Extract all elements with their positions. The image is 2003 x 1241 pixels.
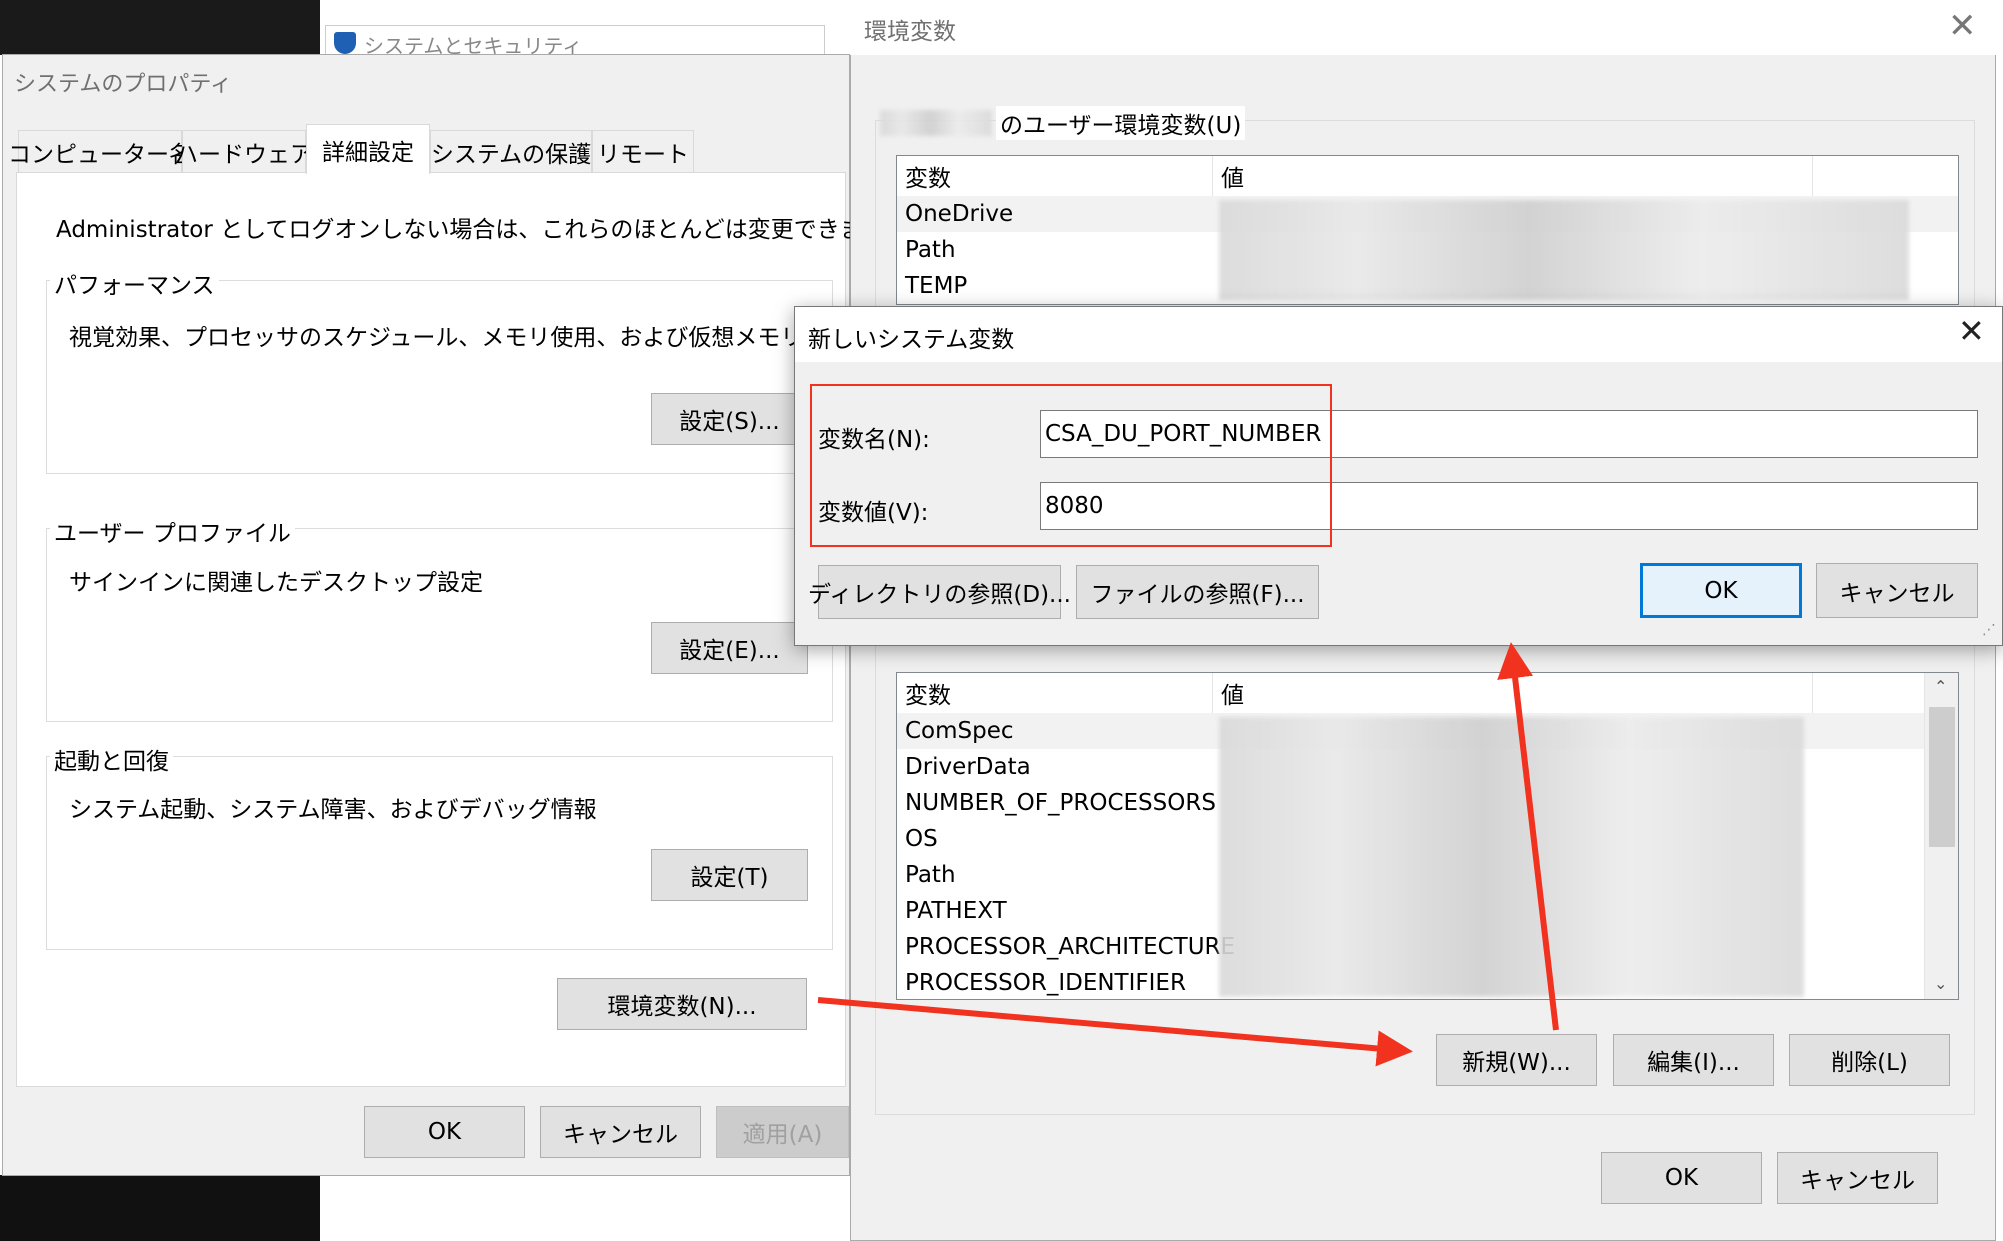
env-window-title: 環境変数 <box>864 19 956 45</box>
system-var-new-button[interactable]: 新規(W)... <box>1436 1034 1597 1086</box>
performance-legend: パフォーマンス <box>50 266 219 300</box>
env-cancel-button[interactable]: キャンセル <box>1777 1152 1938 1204</box>
tab-system-protection[interactable]: システムの保護 <box>430 130 592 172</box>
browse-directory-button[interactable]: ディレクトリの参照(D)... <box>808 565 1071 619</box>
performance-desc: 視覚効果、プロセッサのスケジュール、メモリ使用、および仮想メモリ <box>69 325 804 351</box>
system-var-name: PROCESSOR_IDENTIFIER <box>905 970 1186 996</box>
system-vars-scrollbar[interactable]: ⌃ ⌄ <box>1924 673 1958 999</box>
user-vars-list[interactable]: 変数 値 OneDrive Path TEMP <box>896 155 1959 305</box>
env-close-icon[interactable]: ✕ <box>1948 6 1977 46</box>
new-var-cancel-button[interactable]: キャンセル <box>1816 563 1978 618</box>
blurred-username <box>880 110 992 136</box>
environment-variables-button[interactable]: 環境変数(N)... <box>557 978 807 1030</box>
system-vars-col-var[interactable]: 変数 <box>897 673 1213 713</box>
user-var-name: Path <box>905 237 956 263</box>
new-var-dialog-title: 新しいシステム変数 <box>808 327 1015 353</box>
user-vars-group-label: のユーザー環境変数(U) <box>996 106 1246 140</box>
scroll-down-icon[interactable]: ⌄ <box>1934 974 1947 993</box>
shield-icon <box>334 32 356 54</box>
user-vars-col-val[interactable]: 値 <box>1213 156 1813 196</box>
sysprop-apply-button[interactable]: 適用(A) <box>716 1106 849 1158</box>
system-var-name: Path <box>905 862 956 888</box>
tab-computer-name[interactable]: コンピューター名 <box>8 130 192 172</box>
system-properties-title: システムのプロパティ <box>14 72 233 97</box>
blurred-user-values <box>1219 200 1909 300</box>
user-profile-settings-button[interactable]: 設定(E)... <box>651 622 808 674</box>
resize-grip-icon[interactable]: ⋰ <box>1982 622 1996 638</box>
performance-settings-button[interactable]: 設定(S)... <box>651 393 808 445</box>
startup-desc: システム起動、システム障害、およびデバッグ情報 <box>69 797 597 823</box>
tab-hardware[interactable]: ハードウェア <box>175 130 313 172</box>
system-var-name: DriverData <box>905 754 1031 780</box>
system-var-edit-button[interactable]: 編集(I)... <box>1613 1034 1774 1086</box>
system-var-name: PROCESSOR_ARCHITECTURE <box>905 934 1236 960</box>
sysprop-ok-button[interactable]: OK <box>364 1106 525 1158</box>
env-titlebar <box>850 0 1996 55</box>
new-var-ok-button[interactable]: OK <box>1640 563 1802 618</box>
user-var-name: TEMP <box>905 273 968 299</box>
user-var-name: OneDrive <box>905 201 1014 227</box>
system-var-name: ComSpec <box>905 718 1014 744</box>
user-profile-legend: ユーザー プロファイル <box>50 514 295 548</box>
system-vars-col-val[interactable]: 値 <box>1213 673 1813 713</box>
tab-advanced[interactable]: 詳細設定 <box>306 124 430 174</box>
new-var-close-icon[interactable]: ✕ <box>1958 312 1985 350</box>
scroll-up-icon[interactable]: ⌃ <box>1934 677 1947 696</box>
scrollbar-thumb[interactable] <box>1929 707 1955 847</box>
sysprop-cancel-button[interactable]: キャンセル <box>540 1106 701 1158</box>
background-dark-strip <box>0 0 320 55</box>
system-var-delete-button[interactable]: 削除(L) <box>1789 1034 1950 1086</box>
user-vars-col-var[interactable]: 変数 <box>897 156 1213 196</box>
env-ok-button[interactable]: OK <box>1601 1152 1762 1204</box>
startup-settings-button[interactable]: 設定(T) <box>651 849 808 901</box>
startup-legend: 起動と回復 <box>50 742 173 776</box>
admin-note: Administrator としてログオンしない場合は、これらのほとんどは変更で… <box>56 217 932 243</box>
system-vars-list[interactable]: 変数 値 ComSpec DriverData NUMBER_OF_PROCES… <box>896 672 1959 1000</box>
system-var-name: PATHEXT <box>905 898 1007 924</box>
tab-remote[interactable]: リモート <box>592 130 694 172</box>
system-var-name: NUMBER_OF_PROCESSORS <box>905 790 1216 816</box>
browse-file-button[interactable]: ファイルの参照(F)... <box>1076 565 1319 619</box>
background-dark-strip-bottom <box>0 1175 320 1241</box>
system-var-name: OS <box>905 826 938 852</box>
user-profile-desc: サインインに関連したデスクトップ設定 <box>69 570 483 596</box>
annotation-highlight-box <box>810 384 1332 547</box>
blurred-system-values <box>1219 717 1804 997</box>
